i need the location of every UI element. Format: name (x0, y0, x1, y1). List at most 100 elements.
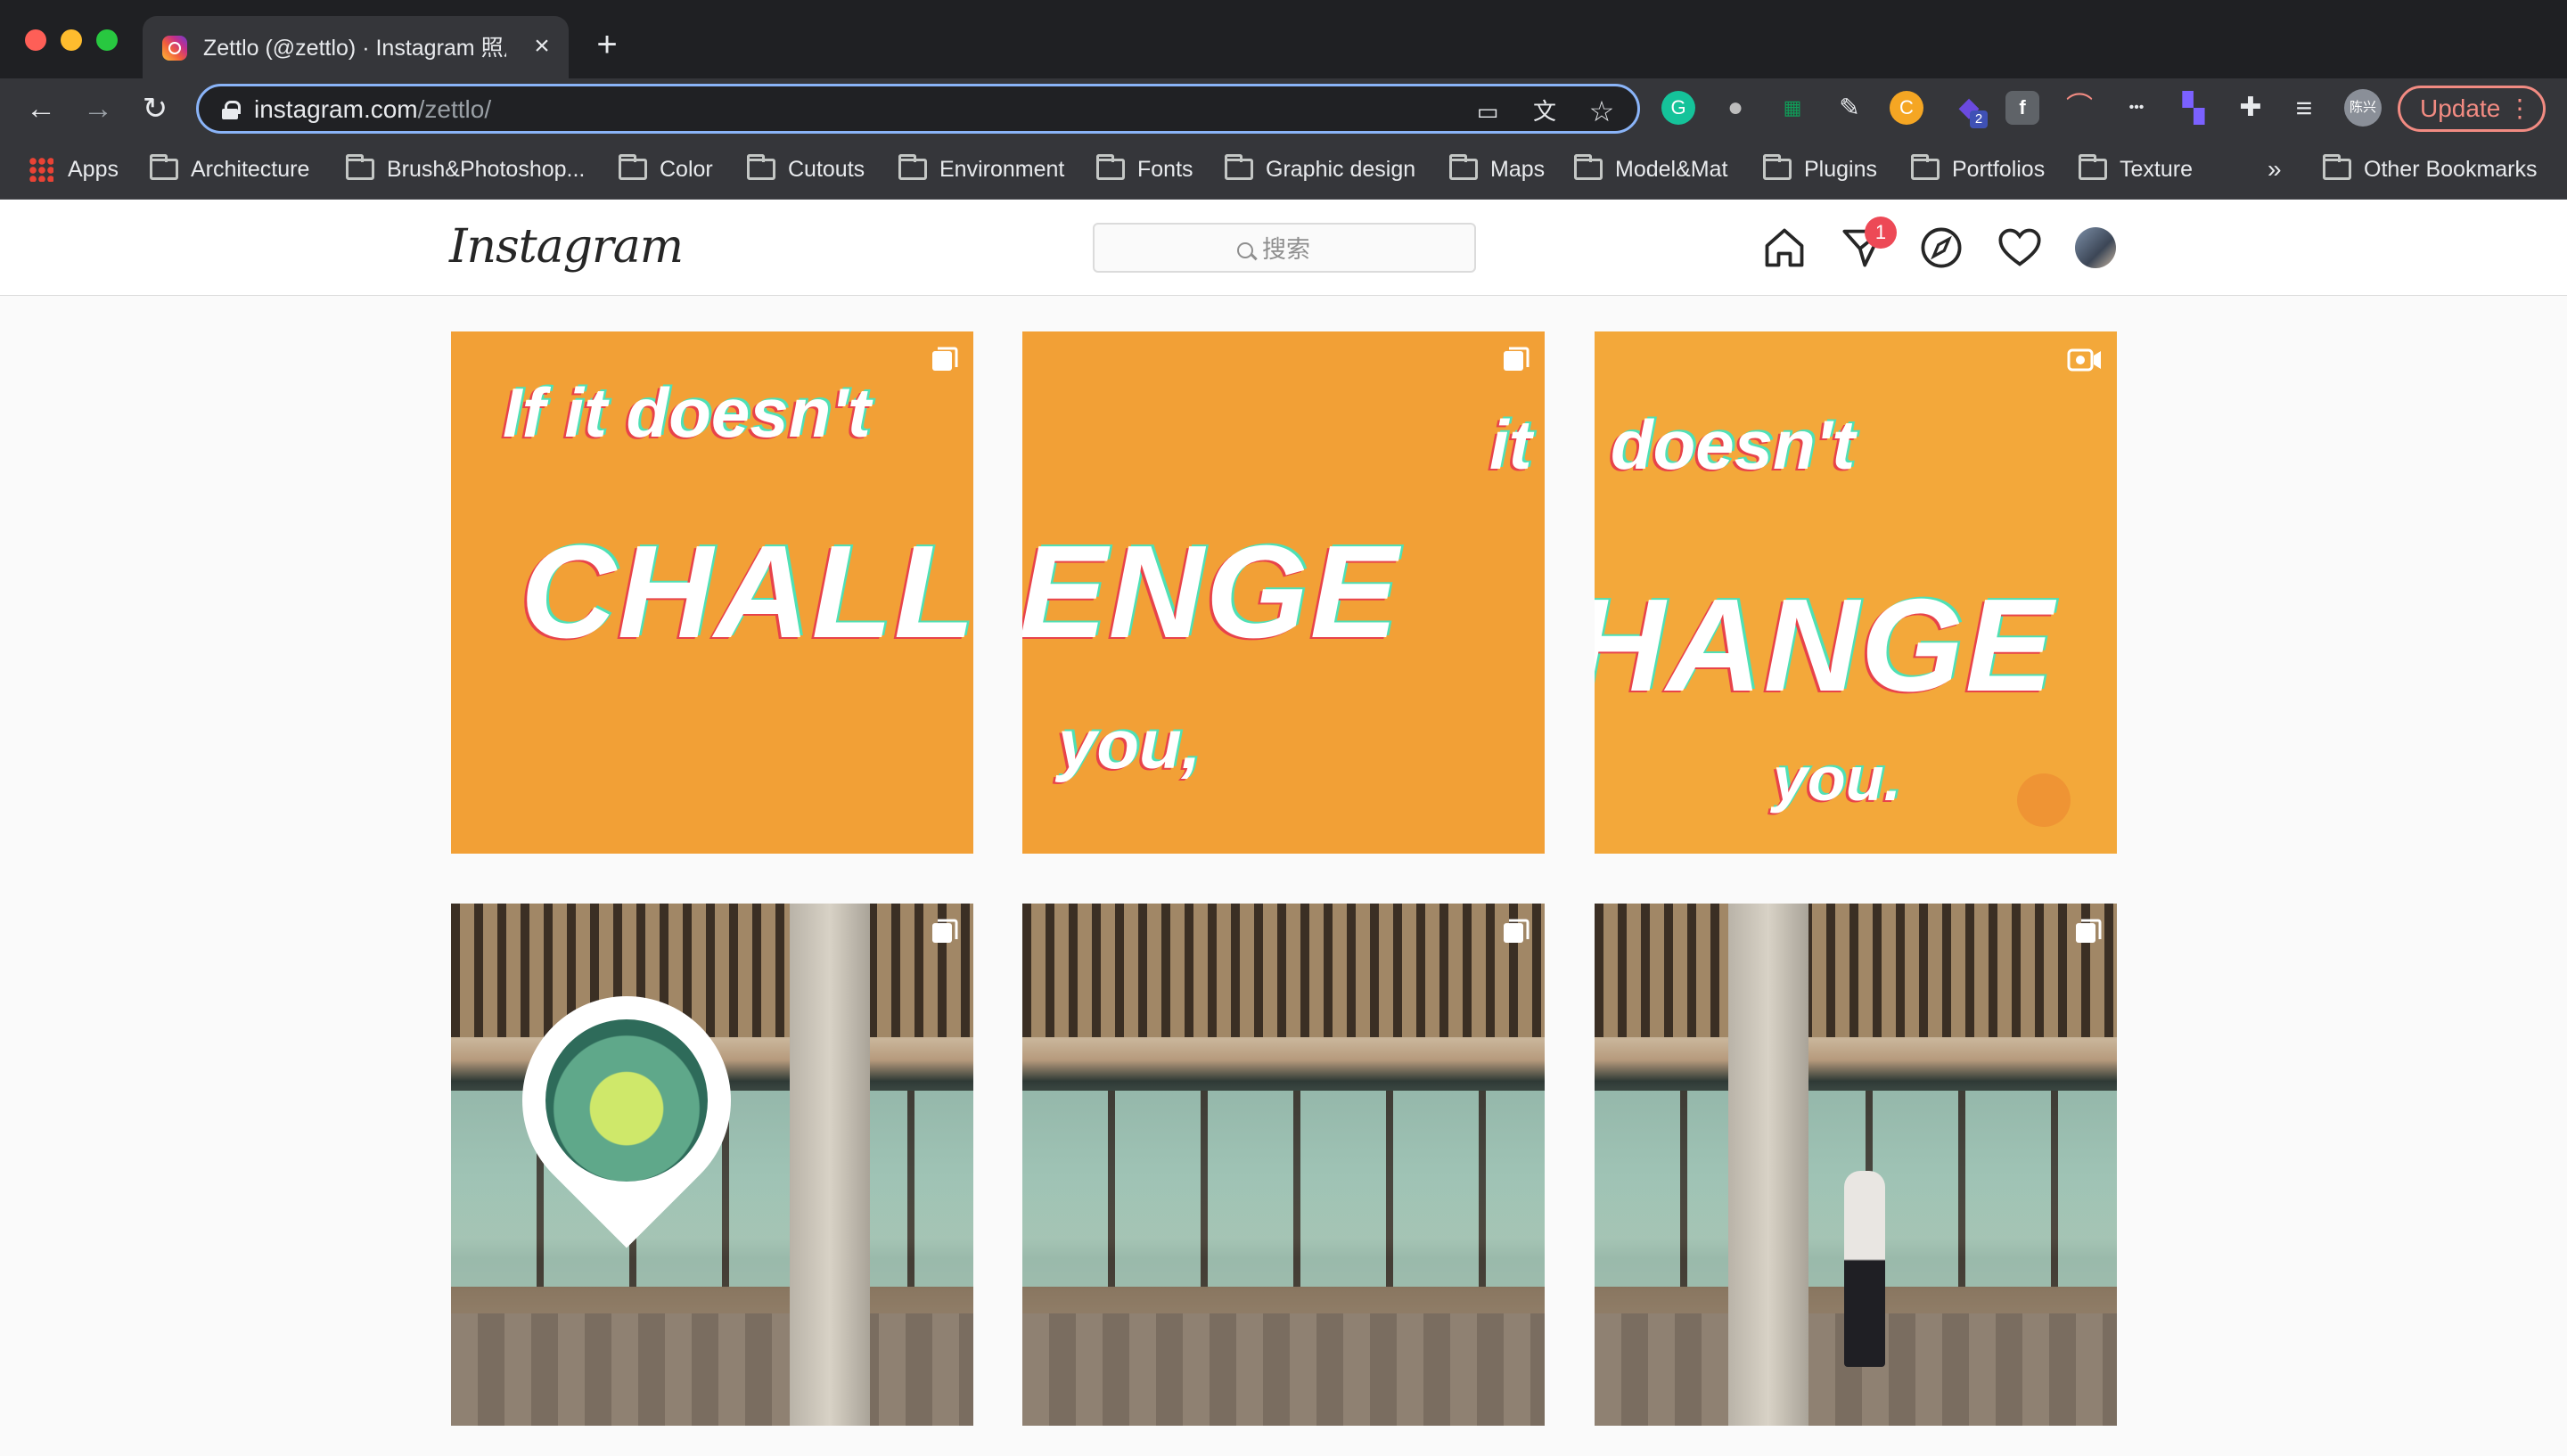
folder-icon (898, 154, 927, 180)
dots-ext-icon[interactable]: ••• (2120, 91, 2153, 125)
folder-icon (1096, 154, 1125, 180)
explore-compass-icon[interactable] (1918, 225, 1964, 271)
bookmark-architecture[interactable]: Architecture (150, 151, 309, 187)
bookmark-apps[interactable]: Apps (29, 151, 119, 187)
tab-close-icon[interactable]: × (526, 30, 558, 62)
folder-icon (1225, 154, 1253, 180)
profile-avatar[interactable] (2075, 227, 2116, 268)
post-text-big: ENGE (1022, 519, 1400, 666)
folder-icon (1574, 154, 1603, 180)
bookmark-brush-photoshop[interactable]: Brush&Photoshop... (346, 151, 585, 187)
coupon-ext-icon[interactable]: C (1890, 91, 1923, 125)
window-minimize-button[interactable] (61, 29, 82, 51)
playlist-icon[interactable]: ≡ (2287, 91, 2321, 125)
post-text-top: If it doesn't (503, 373, 871, 452)
folder-icon (747, 154, 775, 180)
bookmark-graphic-design[interactable]: Graphic design (1225, 151, 1415, 187)
folder-icon (346, 154, 374, 180)
post-tile[interactable] (451, 904, 973, 1426)
search-input[interactable]: 搜索 (1093, 223, 1476, 273)
carousel-icon (932, 347, 958, 371)
folder-icon (619, 154, 647, 180)
post-text-top: it (1489, 405, 1532, 484)
bookmark-plugins[interactable]: Plugins (1763, 151, 1877, 187)
new-tab-button[interactable]: + (588, 27, 626, 64)
cast-icon[interactable]: ▭ (1472, 95, 1504, 127)
photo-person (1844, 1171, 1885, 1367)
post-tile[interactable]: it ENGE you, (1022, 331, 1545, 854)
profile-avatar-icon[interactable]: 陈兴 (2344, 89, 2382, 127)
rainbow-ext-icon[interactable]: ⌒ (2063, 91, 2096, 125)
update-button[interactable]: Update ⋮ (2398, 86, 2546, 132)
activity-heart-icon[interactable] (1997, 225, 2043, 271)
sheet-ext-icon[interactable]: ▦ (1776, 91, 1809, 125)
browser-tab-active[interactable]: Zettlo (@zettlo) · Instagram 照片和视频 × (143, 16, 569, 78)
globe-ext-icon[interactable]: ● (1718, 91, 1752, 125)
address-bar[interactable]: instagram.com/zettlo/ ▭ 文 ☆ (196, 84, 1640, 134)
window-zoom-button[interactable] (96, 29, 118, 51)
other-bookmarks[interactable]: Other Bookmarks (2323, 151, 2538, 187)
window-close-button[interactable] (25, 29, 46, 51)
home-icon[interactable] (1761, 225, 1808, 271)
zettlo-watermark-icon (2017, 773, 2071, 827)
grid-ext-icon[interactable]: ▚ (2177, 91, 2210, 125)
carousel-icon (1504, 347, 1530, 371)
post-text-bottom: you. (1773, 744, 1901, 814)
photo-ceiling (451, 904, 973, 1037)
post-tile[interactable]: doesn't HANGE you. (1595, 331, 2117, 854)
search-icon (1237, 242, 1253, 258)
forward-button[interactable]: → (78, 89, 118, 128)
photo-shop-window (1022, 1091, 1545, 1287)
bookmark-texture[interactable]: Texture (2079, 151, 2193, 187)
bookmark-maps[interactable]: Maps (1449, 151, 1545, 187)
photo-ceiling (1595, 904, 2117, 1037)
bookmark-cutouts[interactable]: Cutouts (747, 151, 865, 187)
post-text-big: HANGE (1595, 572, 2055, 719)
folder-icon (2079, 154, 2107, 180)
bookmark-star-icon[interactable]: ☆ (1586, 95, 1618, 127)
bookmarks-bar: Apps Architecture Brush&Photoshop... Col… (0, 139, 2567, 200)
pen-ext-icon[interactable]: ✎ (1833, 91, 1866, 125)
puzzle-icon[interactable]: ✚ (2234, 91, 2268, 125)
instagram-favicon-icon (162, 36, 187, 61)
video-icon (2067, 348, 2101, 372)
carousel-icon (2076, 919, 2102, 943)
post-text-big: CHALL (521, 519, 973, 666)
url-text[interactable]: instagram.com/zettlo/ (254, 94, 491, 125)
browser-menu-icon[interactable]: ⋮ (2507, 88, 2532, 129)
folder-icon (2323, 154, 2351, 180)
post-tile[interactable] (1022, 904, 1545, 1426)
reload-button[interactable]: ↻ (135, 89, 175, 128)
photo-ceiling (1022, 904, 1545, 1037)
bookmarks-overflow-button[interactable]: » (2268, 151, 2282, 187)
photo-floor (1022, 1313, 1545, 1426)
facebook-ext-icon[interactable]: f (2005, 91, 2039, 125)
post-tile[interactable]: If it doesn't CHALL (451, 331, 973, 854)
bookmark-portfolios[interactable]: Portfolios (1911, 151, 2045, 187)
post-text-top: doesn't (1611, 405, 1856, 484)
lock-icon[interactable] (222, 101, 241, 119)
search-placeholder: 搜索 (1262, 236, 1310, 263)
bookmark-color[interactable]: Color (619, 151, 713, 187)
bookmark-model-mat[interactable]: Model&Mat (1574, 151, 1727, 187)
photo-pillar (1728, 904, 1808, 1426)
instagram-logo[interactable]: Instagram (449, 216, 684, 278)
carousel-icon (1504, 919, 1530, 943)
grammarly-icon[interactable]: G (1661, 91, 1695, 125)
post-text-bottom: you, (1058, 705, 1201, 783)
direct-notification-badge: 1 (1865, 217, 1897, 249)
apps-grid-icon (29, 157, 53, 182)
folder-icon (1763, 154, 1792, 180)
back-button[interactable]: ← (21, 89, 61, 128)
folder-icon (150, 154, 178, 180)
instagram-header: Instagram 搜索 (0, 200, 2567, 296)
carousel-icon (932, 919, 958, 943)
bookmark-environment[interactable]: Environment (898, 151, 1064, 187)
folder-icon (1911, 154, 1940, 180)
sneaker-image (545, 1019, 708, 1182)
folder-icon (1449, 154, 1478, 180)
post-tile[interactable] (1595, 904, 2117, 1426)
bookmark-fonts[interactable]: Fonts (1096, 151, 1193, 187)
translate-icon[interactable]: 文 (1529, 95, 1561, 127)
photo-floor (451, 1313, 973, 1426)
